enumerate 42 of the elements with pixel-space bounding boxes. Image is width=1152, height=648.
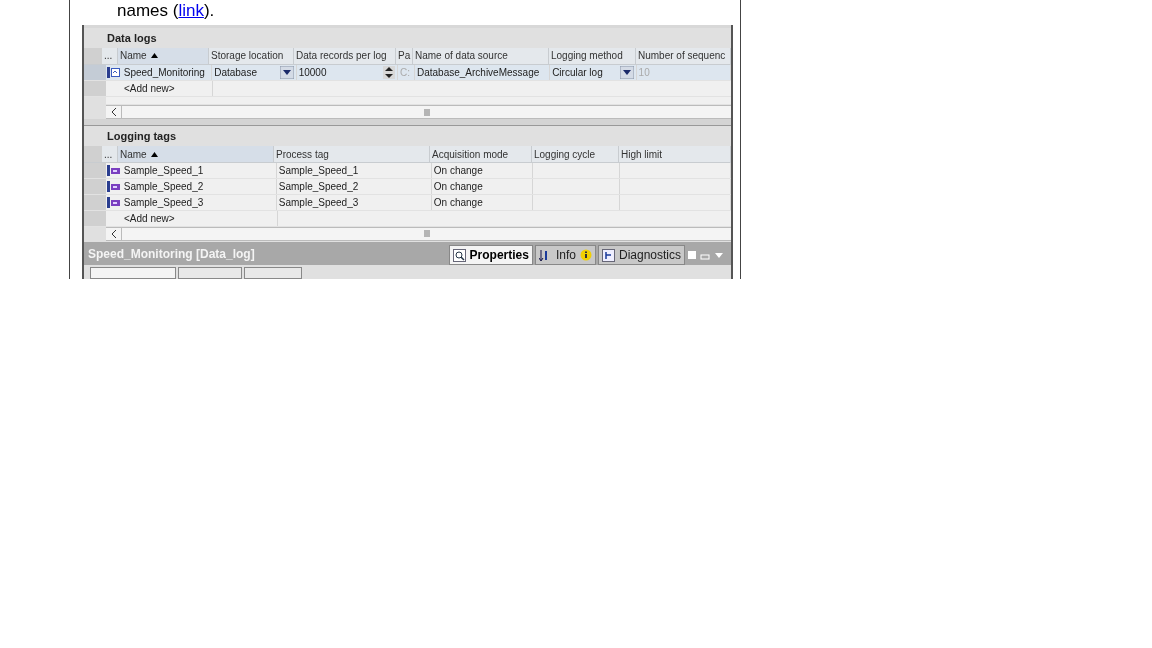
table-cell: C: [398,64,415,80]
column-header[interactable]: Data records per log [294,47,396,64]
table-cell: Sample_Speed_3 [276,195,432,211]
table-row[interactable]: Sample_Speed_2 Sample_Speed_2 On change [84,179,731,196]
column-header[interactable]: Pa [396,47,413,64]
column-header[interactable]: Acquisition mode [430,146,532,163]
table-cell: Database_ArchiveMessage [414,64,551,80]
panel-tab[interactable]: Diagnostics [597,245,685,265]
table-cell: Sample_Speed_1 [276,163,432,179]
paragraph-text: names (link). [117,1,215,20]
column-header[interactable]: ... [102,146,118,163]
column-header[interactable]: Name [118,146,274,163]
section-title: Logging tags [107,129,177,144]
section-title: Data logs [107,30,157,46]
table-row[interactable]: Sample_Speed_1 Sample_Speed_1 On change [84,163,731,180]
table-row[interactable]: Sample_Speed_3 Sample_Speed_3 On change [84,195,731,212]
table-cell: Sample_Speed_1 [121,163,277,179]
inspector-title: Speed_Monitoring [Data_log] [88,245,255,263]
table-cell: On change [431,163,534,179]
table-cell: On change [431,195,534,211]
number-field[interactable]: 10000 [296,64,399,80]
column-header[interactable]: Logging method [549,47,636,64]
column-header[interactable]: Number of sequenc [636,47,731,64]
table-cell: 10 [636,64,731,80]
column-header[interactable]: High limit [619,146,731,163]
column-header[interactable]: Name of data source [413,47,549,64]
table-cell: Sample_Speed_2 [121,179,277,195]
table-cell: Sample_Speed_3 [121,195,277,211]
table-cell: On change [431,179,534,195]
panel-tab[interactable]: Info [534,245,596,265]
column-header[interactable]: Name [118,47,209,64]
column-header[interactable]: Logging cycle [532,146,619,163]
link[interactable]: link [178,1,204,20]
table-cell: Sample_Speed_2 [276,179,432,195]
table-cell: Speed_Monitoring [121,64,213,80]
column-header[interactable]: ... [102,47,118,64]
column-header[interactable]: Storage location [209,47,294,64]
add-new-row[interactable]: <Add new> [122,80,213,96]
column-header[interactable]: Process tag [274,146,430,163]
panel-tab[interactable]: Properties [448,245,533,265]
dropdown-field[interactable]: Circular log [550,64,637,80]
dropdown-field[interactable]: Database [212,64,297,80]
